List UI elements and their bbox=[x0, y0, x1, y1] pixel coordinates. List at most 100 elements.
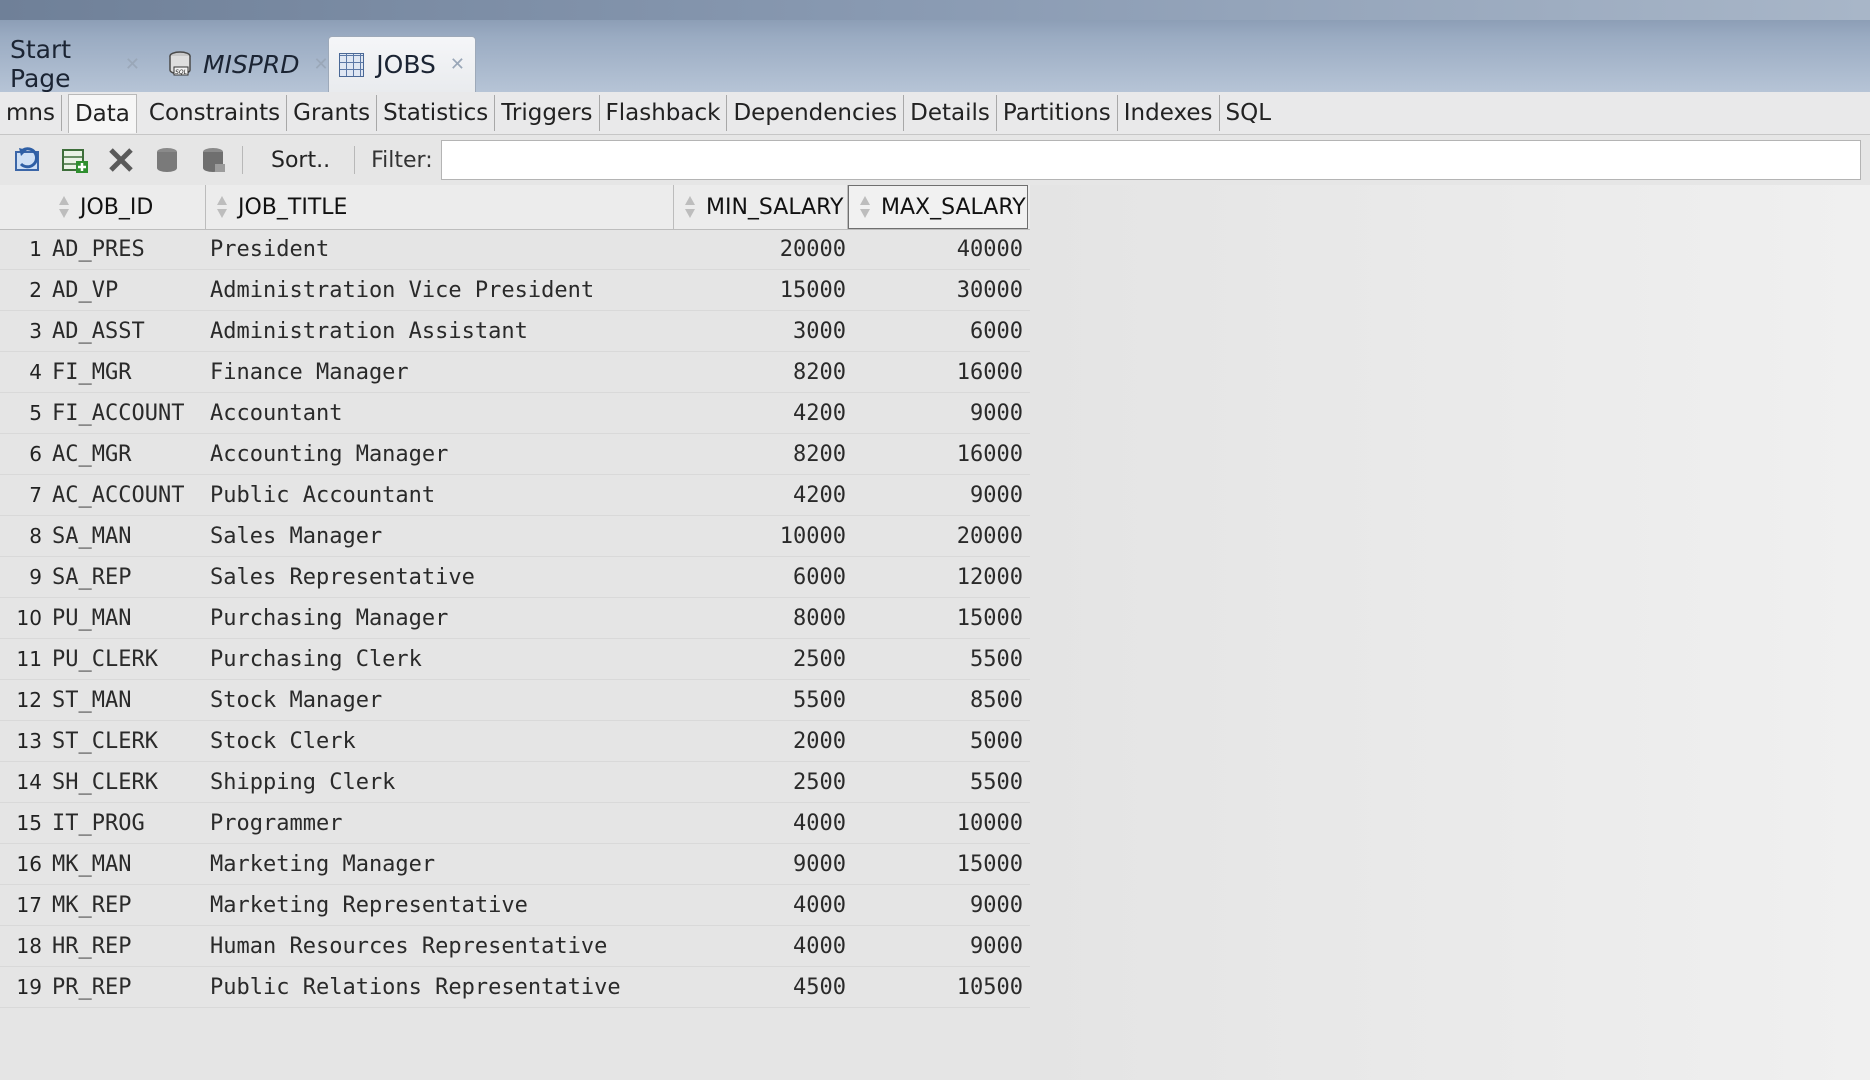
cell-job-title[interactable]: Human Resources Representative bbox=[210, 934, 607, 959]
subtab-columns[interactable]: mns bbox=[0, 95, 62, 131]
cell-max-salary[interactable]: 6000 bbox=[855, 319, 1023, 344]
table-row[interactable]: 10 PU_MAN Purchasing Manager 8000 15000 bbox=[0, 598, 1030, 639]
tab-jobs[interactable]: JOBS ✕ bbox=[328, 36, 476, 92]
close-icon[interactable]: ✕ bbox=[125, 54, 140, 75]
refresh-icon[interactable] bbox=[12, 143, 46, 177]
cell-max-salary[interactable]: 5500 bbox=[855, 770, 1023, 795]
subtab-details[interactable]: Details bbox=[904, 95, 997, 131]
cell-min-salary[interactable]: 4000 bbox=[680, 893, 846, 918]
cell-job-title[interactable]: Public Accountant bbox=[210, 483, 435, 508]
cell-min-salary[interactable]: 4200 bbox=[680, 483, 846, 508]
cell-job-id[interactable]: SA_REP bbox=[52, 565, 131, 590]
close-icon[interactable]: ✕ bbox=[314, 54, 329, 75]
cell-job-title[interactable]: Stock Clerk bbox=[210, 729, 356, 754]
cell-job-title[interactable]: Administration Assistant bbox=[210, 319, 528, 344]
table-row[interactable]: 12 ST_MAN Stock Manager 5500 8500 bbox=[0, 680, 1030, 721]
cell-max-salary[interactable]: 30000 bbox=[855, 278, 1023, 303]
cell-max-salary[interactable]: 5500 bbox=[855, 647, 1023, 672]
cell-job-id[interactable]: IT_PROG bbox=[52, 811, 145, 836]
table-row[interactable]: 9 SA_REP Sales Representative 6000 12000 bbox=[0, 557, 1030, 598]
cell-min-salary[interactable]: 8000 bbox=[680, 606, 846, 631]
cell-min-salary[interactable]: 4000 bbox=[680, 811, 846, 836]
subtab-sql[interactable]: SQL bbox=[1220, 95, 1278, 131]
cell-min-salary[interactable]: 5500 bbox=[680, 688, 846, 713]
cell-job-title[interactable]: Marketing Manager bbox=[210, 852, 435, 877]
delete-row-icon[interactable] bbox=[104, 143, 138, 177]
cell-max-salary[interactable]: 9000 bbox=[855, 401, 1023, 426]
cell-job-id[interactable]: MK_MAN bbox=[52, 852, 131, 877]
tab-start-page[interactable]: Start Page ✕ bbox=[0, 35, 150, 93]
table-row[interactable]: 2 AD_VP Administration Vice President 15… bbox=[0, 270, 1030, 311]
cell-max-salary[interactable]: 10000 bbox=[855, 811, 1023, 836]
cell-job-id[interactable]: SH_CLERK bbox=[52, 770, 158, 795]
table-row[interactable]: 15 IT_PROG Programmer 4000 10000 bbox=[0, 803, 1030, 844]
cell-max-salary[interactable]: 15000 bbox=[855, 852, 1023, 877]
cell-job-title[interactable]: Purchasing Manager bbox=[210, 606, 448, 631]
cell-job-title[interactable]: Sales Representative bbox=[210, 565, 475, 590]
cell-min-salary[interactable]: 2000 bbox=[680, 729, 846, 754]
column-header-max-salary[interactable]: MAX_SALARY bbox=[848, 185, 1028, 229]
cell-job-id[interactable]: PR_REP bbox=[52, 975, 131, 1000]
cell-min-salary[interactable]: 2500 bbox=[680, 647, 846, 672]
cell-job-id[interactable]: AD_PRES bbox=[52, 237, 145, 262]
table-row[interactable]: 13 ST_CLERK Stock Clerk 2000 5000 bbox=[0, 721, 1030, 762]
subtab-flashback[interactable]: Flashback bbox=[600, 95, 728, 131]
cell-job-title[interactable]: Shipping Clerk bbox=[210, 770, 395, 795]
cell-max-salary[interactable]: 15000 bbox=[855, 606, 1023, 631]
subtab-statistics[interactable]: Statistics bbox=[377, 95, 496, 131]
cell-job-title[interactable]: Accountant bbox=[210, 401, 342, 426]
table-row[interactable]: 16 MK_MAN Marketing Manager 9000 15000 bbox=[0, 844, 1030, 885]
cell-job-title[interactable]: Sales Manager bbox=[210, 524, 382, 549]
cell-job-title[interactable]: Accounting Manager bbox=[210, 442, 448, 467]
filter-input[interactable] bbox=[440, 140, 1861, 180]
cell-job-id[interactable]: PU_MAN bbox=[52, 606, 131, 631]
cell-job-title[interactable]: Stock Manager bbox=[210, 688, 382, 713]
cell-min-salary[interactable]: 8200 bbox=[680, 360, 846, 385]
cell-job-title[interactable]: Administration Vice President bbox=[210, 278, 594, 303]
cell-job-id[interactable]: PU_CLERK bbox=[52, 647, 158, 672]
cell-max-salary[interactable]: 12000 bbox=[855, 565, 1023, 590]
cell-min-salary[interactable]: 4000 bbox=[680, 934, 846, 959]
subtab-data[interactable]: Data bbox=[67, 93, 137, 133]
subtab-grants[interactable]: Grants bbox=[287, 95, 378, 131]
cell-job-id[interactable]: MK_REP bbox=[52, 893, 131, 918]
close-icon[interactable]: ✕ bbox=[450, 54, 465, 75]
cell-job-title[interactable]: Purchasing Clerk bbox=[210, 647, 422, 672]
subtab-dependencies[interactable]: Dependencies bbox=[727, 95, 905, 131]
cell-min-salary[interactable]: 3000 bbox=[680, 319, 846, 344]
cell-job-id[interactable]: AC_MGR bbox=[52, 442, 131, 467]
insert-row-icon[interactable] bbox=[58, 143, 92, 177]
cell-job-title[interactable]: Marketing Representative bbox=[210, 893, 528, 918]
cell-min-salary[interactable]: 4200 bbox=[680, 401, 846, 426]
cell-job-id[interactable]: AC_ACCOUNT bbox=[52, 483, 184, 508]
column-header-job-title[interactable]: JOB_TITLE bbox=[206, 185, 674, 229]
cell-job-id[interactable]: ST_MAN bbox=[52, 688, 131, 713]
cell-max-salary[interactable]: 40000 bbox=[855, 237, 1023, 262]
table-row[interactable]: 7 AC_ACCOUNT Public Accountant 4200 9000 bbox=[0, 475, 1030, 516]
cell-max-salary[interactable]: 9000 bbox=[855, 893, 1023, 918]
cell-job-id[interactable]: ST_CLERK bbox=[52, 729, 158, 754]
subtab-partitions[interactable]: Partitions bbox=[997, 95, 1118, 131]
cell-job-id[interactable]: FI_MGR bbox=[52, 360, 131, 385]
cell-job-title[interactable]: Finance Manager bbox=[210, 360, 409, 385]
table-row[interactable]: 14 SH_CLERK Shipping Clerk 2500 5500 bbox=[0, 762, 1030, 803]
cell-min-salary[interactable]: 2500 bbox=[680, 770, 846, 795]
table-row[interactable]: 6 AC_MGR Accounting Manager 8200 16000 bbox=[0, 434, 1030, 475]
cell-job-id[interactable]: HR_REP bbox=[52, 934, 131, 959]
cell-min-salary[interactable]: 20000 bbox=[680, 237, 846, 262]
cell-min-salary[interactable]: 10000 bbox=[680, 524, 846, 549]
column-header-job-id[interactable]: JOB_ID bbox=[48, 185, 206, 229]
table-row[interactable]: 1 AD_PRES President 20000 40000 bbox=[0, 229, 1030, 270]
cell-min-salary[interactable]: 4500 bbox=[680, 975, 846, 1000]
cell-job-id[interactable]: SA_MAN bbox=[52, 524, 131, 549]
table-row[interactable]: 11 PU_CLERK Purchasing Clerk 2500 5500 bbox=[0, 639, 1030, 680]
table-row[interactable]: 5 FI_ACCOUNT Accountant 4200 9000 bbox=[0, 393, 1030, 434]
cell-max-salary[interactable]: 16000 bbox=[855, 442, 1023, 467]
subtab-constraints[interactable]: Constraints bbox=[143, 95, 288, 131]
table-row[interactable]: 3 AD_ASST Administration Assistant 3000 … bbox=[0, 311, 1030, 352]
cell-max-salary[interactable]: 10500 bbox=[855, 975, 1023, 1000]
cell-min-salary[interactable]: 9000 bbox=[680, 852, 846, 877]
subtab-triggers[interactable]: Triggers bbox=[495, 95, 600, 131]
rollback-icon[interactable] bbox=[196, 143, 230, 177]
cell-min-salary[interactable]: 6000 bbox=[680, 565, 846, 590]
